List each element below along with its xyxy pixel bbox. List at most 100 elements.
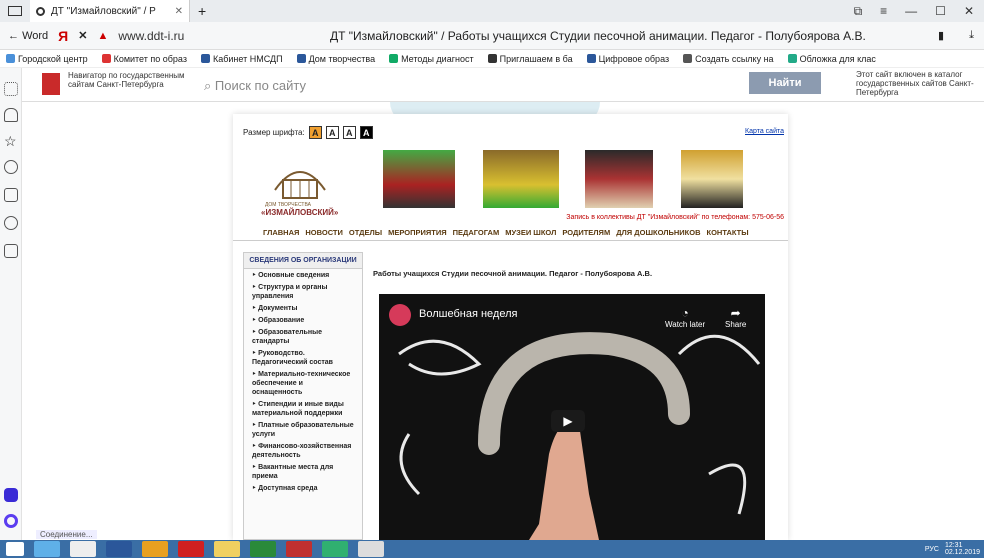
left-menu-label: Платные образовательные услуги — [252, 422, 354, 438]
left-menu-label: Доступная среда — [258, 485, 318, 492]
bookmark-item[interactable]: Городской центр — [6, 54, 88, 64]
search-button[interactable]: Найти — [749, 72, 821, 94]
bookmark-sidebar-icon[interactable]: ⧉ — [854, 4, 863, 19]
address-bar: ← Word Я ✕ ▲ www.ddt-i.ru ДТ "Измайловск… — [0, 22, 984, 50]
left-menu-item[interactable]: ‣ Доступная среда — [244, 482, 362, 494]
video-player[interactable]: Волшебная неделя ◔ Watch later ➦ Share ▶ — [379, 294, 765, 540]
left-menu-item[interactable]: ‣ Материально-техническое обеспечение и … — [244, 368, 362, 398]
video-title[interactable]: Волшебная неделя — [419, 308, 517, 320]
left-menu-item[interactable]: ‣ Вакантные места для приема — [244, 461, 362, 482]
bookmark-item[interactable]: Комитет по образ — [101, 53, 187, 64]
nav-item[interactable]: НОВОСТИ — [305, 228, 343, 237]
left-menu-item[interactable]: ‣ Образовательные стандарты — [244, 326, 362, 347]
bookmark-item[interactable]: Цифровое образ — [586, 53, 670, 64]
site-logo[interactable]: ДОМ ТВОРЧЕСТВА «ИЗМАЙЛОВСКИЙ» — [255, 150, 345, 224]
site-page: Размер шрифта: A A A A Карта сайта ДОМ Т… — [233, 114, 788, 540]
download-icon[interactable]: ⤓ — [969, 29, 974, 42]
bookmark-label: Создать ссылку на — [695, 53, 774, 64]
bookmark-item[interactable]: Методы диагност — [389, 54, 474, 64]
history-icon[interactable] — [4, 160, 18, 174]
gallery-photo[interactable] — [681, 150, 743, 208]
calc-icon[interactable] — [250, 541, 276, 557]
media-icon[interactable] — [70, 541, 96, 557]
bookmark-item[interactable]: Кабинет НМСДП — [200, 54, 283, 64]
watch-later-button[interactable]: ◔ Watch later — [665, 306, 705, 329]
files-icon[interactable] — [214, 541, 240, 557]
font-size-option[interactable]: A — [359, 126, 373, 139]
lang-indicator[interactable]: РУС — [925, 546, 939, 553]
share-button[interactable]: ➦ Share — [725, 306, 746, 329]
yandex-icon[interactable]: Я — [58, 28, 68, 44]
nav-item[interactable]: МЕРОПРИЯТИЯ — [388, 228, 447, 237]
bookmark-item[interactable]: Создать ссылку на — [683, 53, 774, 64]
ie-icon[interactable] — [34, 541, 60, 557]
star-icon[interactable]: ☆ — [4, 134, 18, 148]
gallery-photo[interactable] — [483, 150, 559, 208]
bookmark-label: Цифровое образ — [598, 53, 670, 64]
close-window-icon[interactable]: ✕ — [964, 4, 974, 18]
yandex-circle-icon[interactable] — [4, 514, 18, 528]
back-button[interactable]: ← Word — [8, 30, 48, 42]
browser-icon[interactable] — [322, 541, 348, 557]
bookmark-label: Комитет по образ — [113, 53, 187, 64]
left-menu-item[interactable]: ‣ Платные образовательные услуги — [244, 419, 362, 440]
nav-item[interactable]: ГЛАВНАЯ — [263, 228, 299, 237]
alice-icon[interactable] — [4, 488, 18, 502]
word-icon[interactable] — [106, 541, 132, 557]
left-menu-label: Стипендии и иные виды материальной подде… — [252, 401, 344, 417]
browser-tab[interactable]: ДТ "Измайловский" / Р ✕ — [30, 0, 190, 22]
nav-item[interactable]: МУЗЕИ ШКОЛ — [505, 228, 556, 237]
bookmark-item[interactable]: Приглашаем в ба — [487, 54, 573, 64]
bookmark-icon — [6, 54, 15, 63]
collections-icon[interactable] — [4, 188, 18, 202]
spb-emblem-icon[interactable] — [42, 73, 60, 95]
close-tab-icon[interactable]: ✕ — [175, 6, 183, 17]
url-field[interactable]: www.ddt-i.ru — [118, 29, 184, 43]
maximize-icon[interactable]: ☐ — [935, 4, 946, 18]
clock[interactable]: 12:31 02.12.2019 — [945, 542, 980, 556]
bookmark-icon[interactable]: ▮ — [938, 29, 944, 42]
font-size-option[interactable]: A — [308, 126, 322, 139]
bookmark-icon — [787, 54, 797, 63]
font-size-option[interactable]: A — [325, 126, 339, 139]
bookmark-item[interactable]: Обложка для клас — [787, 54, 876, 64]
yandex-browser-icon[interactable] — [358, 541, 384, 557]
bookmark-item[interactable]: Дом творчества — [296, 54, 375, 64]
warning-icon[interactable]: ▲ — [97, 30, 108, 42]
font-size-option[interactable]: A — [342, 126, 356, 139]
gallery-photo[interactable] — [585, 150, 653, 208]
opera-icon[interactable] — [178, 541, 204, 557]
left-menu-item[interactable]: ‣ Руководство. Педагогический состав — [244, 347, 362, 368]
left-menu-item[interactable]: ‣ Образование — [244, 314, 362, 326]
start-icon[interactable] — [6, 542, 24, 556]
play-button[interactable]: ▶ — [551, 410, 585, 432]
nav-item[interactable]: ПЕДАГОГАМ — [453, 228, 500, 237]
vk-icon[interactable] — [286, 541, 312, 557]
bell-icon[interactable] — [4, 108, 18, 122]
chrome-icon[interactable] — [142, 541, 168, 557]
menu-icon[interactable]: ≡ — [880, 4, 887, 18]
window-icon[interactable] — [8, 6, 22, 16]
sitemap-link[interactable]: Карта сайта — [745, 128, 784, 135]
play-icon[interactable] — [4, 216, 18, 230]
gallery-photo[interactable] — [383, 150, 455, 208]
left-menu-item[interactable]: ‣ Финансово-хозяйственная деятельность — [244, 440, 362, 461]
stop-icon[interactable]: ✕ — [78, 29, 87, 42]
notes-icon[interactable] — [4, 244, 18, 258]
channel-avatar[interactable] — [389, 304, 411, 326]
left-menu-item[interactable]: ‣ Стипендии и иные виды материальной под… — [244, 398, 362, 419]
nav-item[interactable]: ОТДЕЛЫ — [349, 228, 382, 237]
nav-item[interactable]: ДЛЯ ДОШКОЛЬНИКОВ — [616, 228, 700, 237]
left-menu-item[interactable]: ‣ Структура и органы управления — [244, 281, 362, 302]
nav-item[interactable]: РОДИТЕЛЯМ — [562, 228, 610, 237]
left-menu-item[interactable]: ‣ Документы — [244, 302, 362, 314]
minimize-icon[interactable]: — — [905, 4, 917, 18]
navigator-text[interactable]: Навигатор по государственным сайтам Санк… — [68, 71, 188, 89]
left-menu-item[interactable]: ‣ Основные сведения — [244, 269, 362, 281]
search-input[interactable]: ⌕ Поиск по сайту — [204, 78, 306, 94]
back-label: Word — [22, 29, 49, 42]
logo-name: «ИЗМАЙЛОВСКИЙ» — [261, 208, 339, 217]
grid-icon[interactable] — [4, 82, 18, 96]
nav-item[interactable]: КОНТАКТЫ — [707, 228, 749, 237]
new-tab-icon[interactable]: + — [198, 3, 206, 19]
